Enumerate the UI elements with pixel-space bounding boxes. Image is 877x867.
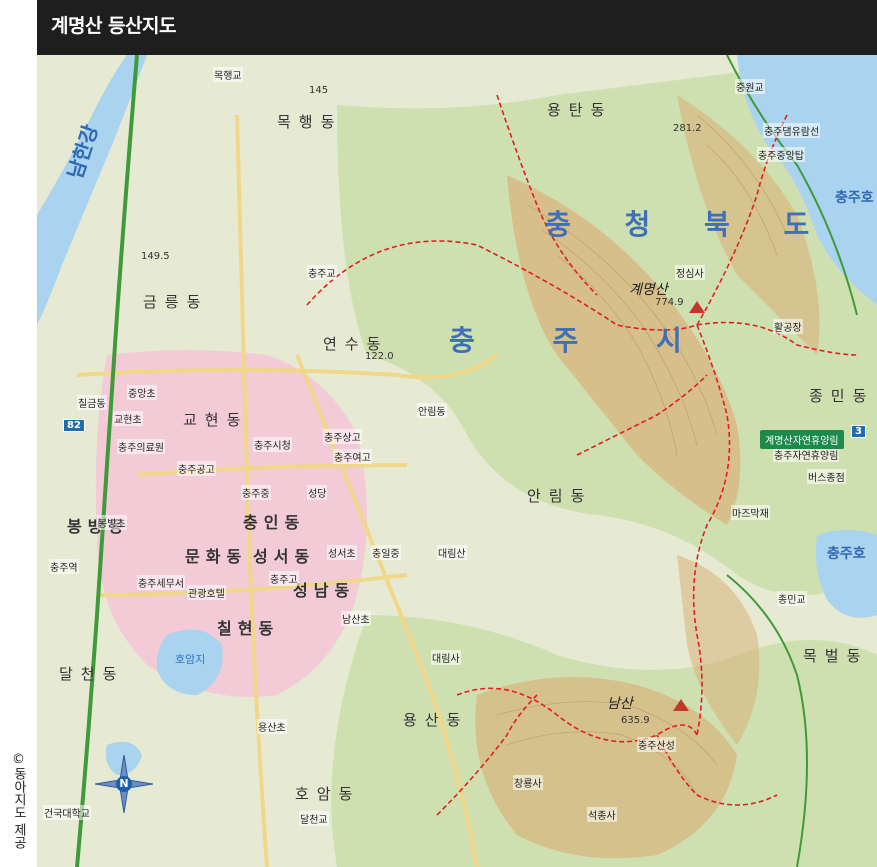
place-label[interactable]: 창룡사	[513, 775, 543, 790]
dong-label: 문화동	[185, 547, 248, 566]
place-label[interactable]: 충일중	[371, 545, 401, 560]
place-label[interactable]: 충주상고	[323, 429, 362, 444]
place-label[interactable]: 활공장	[773, 319, 803, 334]
place-label[interactable]: 봉방초	[97, 515, 127, 530]
place-label[interactable]: 충주중	[241, 485, 271, 500]
place-label[interactable]: 정심사	[675, 265, 705, 280]
dong-label: 교현동	[183, 411, 249, 429]
place-label[interactable]: 충주시청	[253, 437, 292, 452]
compass-rose: N	[95, 755, 153, 813]
urban-area	[95, 350, 367, 697]
dong-label: 호암동	[295, 785, 361, 803]
place-label[interactable]: 마즈막재	[731, 505, 770, 520]
place-label[interactable]: 교현초	[113, 411, 143, 426]
place-label[interactable]: 칠금동	[77, 395, 107, 410]
place-label[interactable]: 달천교	[299, 811, 329, 826]
place-label[interactable]: 종민교	[777, 591, 807, 606]
route-badge: 82	[63, 419, 85, 432]
place-label[interactable]: 충주댐유람선	[763, 123, 821, 138]
river-label-chungju-east: 충주호	[827, 546, 866, 562]
place-label[interactable]: 충주고	[269, 571, 299, 586]
place-label[interactable]: 충주산성	[637, 737, 676, 752]
place-label[interactable]: 충주공고	[177, 461, 216, 476]
copyright-credit: ©동아지도 제공	[11, 752, 26, 850]
dong-label: 안림동	[527, 487, 593, 505]
place-label[interactable]: 중앙초	[127, 385, 157, 400]
place-label[interactable]: 대림산	[437, 545, 467, 560]
dong-label: 달천동	[59, 665, 125, 683]
place-label[interactable]: 충주교	[307, 265, 337, 280]
place-label[interactable]: 충주의료원	[117, 439, 165, 454]
peak-elevation-gyemyeong: 774.9	[655, 297, 684, 308]
place-label[interactable]: 안림동	[417, 403, 447, 418]
elevation-label: 281.2	[673, 123, 702, 134]
place-label[interactable]: 성서초	[327, 545, 357, 560]
dong-label: 금릉동	[143, 293, 209, 311]
place-label[interactable]: 석종사	[587, 807, 617, 822]
route-badge: 3	[851, 425, 866, 438]
peak-name-gyemyeong: 계명산	[629, 282, 668, 298]
elevation-label: 149.5	[141, 251, 170, 262]
dong-label: 충인동	[243, 513, 306, 532]
place-label[interactable]: 충주여고	[333, 449, 372, 464]
map-terrain	[37, 55, 877, 867]
dong-label: 용탄동	[547, 101, 613, 119]
place-label[interactable]: 호암지	[175, 651, 205, 667]
dong-label: 성서동	[253, 547, 316, 566]
place-label[interactable]: 충주자연휴양림	[773, 447, 840, 462]
hiking-map[interactable]: 충 청 북 도 충 주 시 남한강 충주호 충주호 계명산 774.9 남산 6…	[37, 55, 877, 867]
dong-label: 용산동	[403, 711, 469, 729]
river-label-chungju-north: 충주호	[835, 190, 874, 206]
place-label[interactable]: 남산초	[341, 611, 371, 626]
elevation-label: 145	[309, 85, 329, 96]
province-label: 충 청 북 도	[545, 208, 832, 241]
dong-label: 종민동	[809, 387, 875, 405]
dong-label: 목벌동	[803, 647, 869, 665]
city-label: 충 주 시	[449, 324, 716, 357]
place-label[interactable]: 관광호텔	[187, 585, 226, 600]
map-header: 계명산 등산지도	[37, 0, 877, 55]
place-label[interactable]: 대림사	[431, 650, 461, 665]
dong-label: 성남동	[293, 581, 356, 600]
dong-label: 연수동	[323, 335, 389, 353]
place-label[interactable]: 목행교	[213, 67, 243, 82]
peak-name-namsan: 남산	[607, 696, 633, 712]
place-label[interactable]: 용산초	[257, 719, 287, 734]
place-label[interactable]: 건국대학교	[43, 805, 91, 820]
namhan-river	[37, 55, 147, 325]
place-label[interactable]: 충주세무서	[137, 575, 185, 590]
place-label[interactable]: 중원교	[735, 79, 765, 94]
place-label[interactable]: 충주중앙탑	[757, 147, 805, 162]
map-title: 계명산 등산지도	[51, 15, 176, 37]
peak-elevation-namsan: 635.9	[621, 715, 650, 726]
dong-label: 칠현동	[217, 619, 280, 638]
recreation-forest-badge[interactable]: 계명산자연휴양림	[760, 430, 844, 449]
place-label[interactable]: 성당	[307, 485, 328, 500]
compass-north: N	[116, 776, 132, 792]
place-label[interactable]: 충주역	[49, 559, 79, 574]
place-label[interactable]: 버스종점	[807, 469, 846, 484]
dong-label: 목행동	[277, 113, 343, 131]
